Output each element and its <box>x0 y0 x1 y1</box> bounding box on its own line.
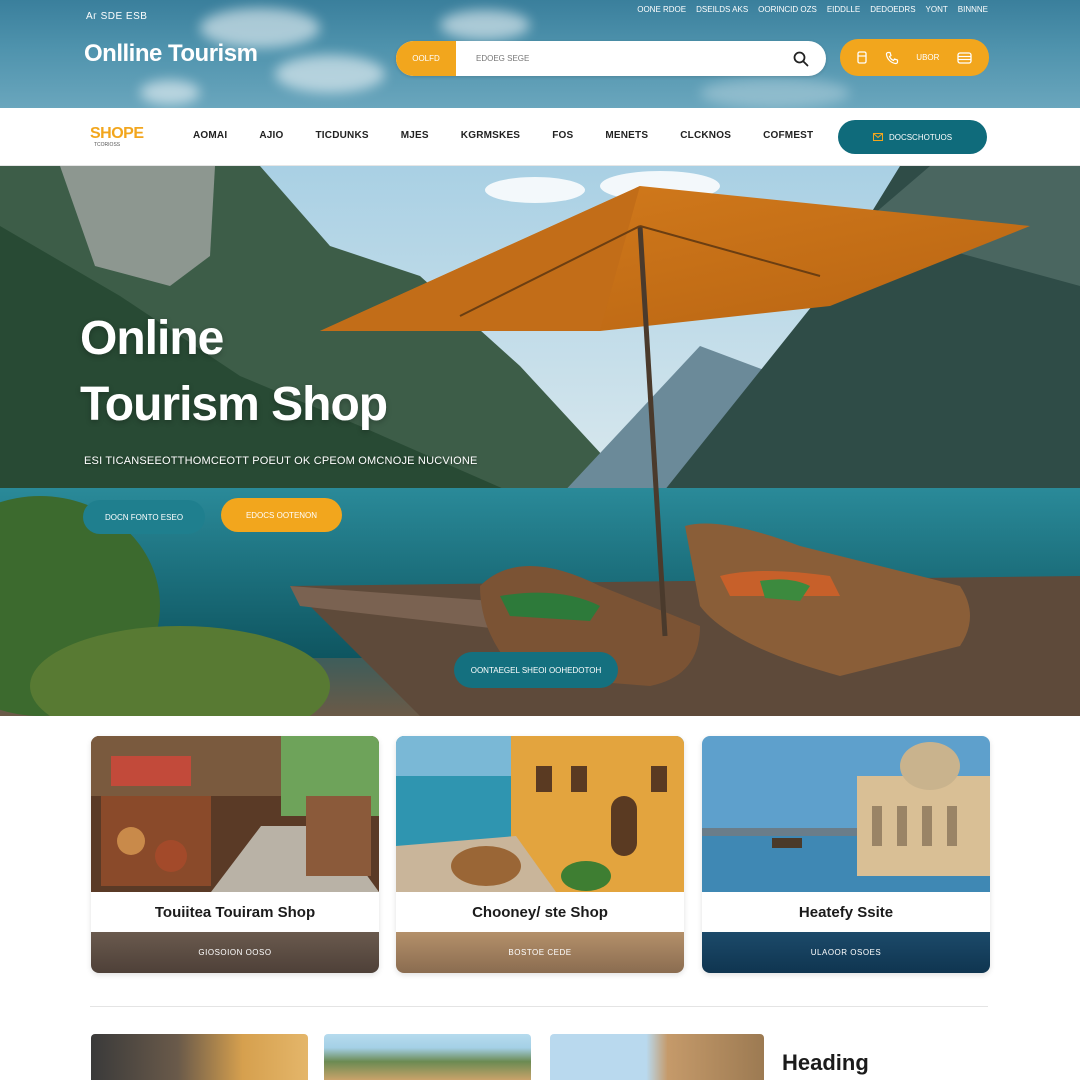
search-category-dropdown[interactable]: OOLFD <box>396 41 456 76</box>
bottom-thumbnail[interactable] <box>91 1034 308 1080</box>
cart-button[interactable] <box>957 51 972 64</box>
hero-banner: Online Tourism Shop ESI TICANSEEOTTHOMCE… <box>0 166 1080 716</box>
topbar-link[interactable]: DSEILDS AKS <box>696 5 748 14</box>
logo-subtitle: TCORIOSS <box>94 142 121 148</box>
topbar-link[interactable]: YONT <box>926 5 948 14</box>
hero-title: Online Tourism Shop <box>80 306 480 438</box>
topbar-link[interactable]: OONE RDOE <box>637 5 686 14</box>
coastal-town-image <box>396 736 684 892</box>
top-header: Аг SDE ESB OONE RDOE DSEILDS AKS OORINCI… <box>0 0 1080 108</box>
topbar-small-text: Аг SDE ESB <box>86 11 148 22</box>
nav-cta-label: DOCSCHOTUOS <box>888 132 953 142</box>
logo-text: SHOPE <box>90 125 144 142</box>
card-image-market <box>91 736 379 892</box>
nav-item[interactable]: TICDUNKS <box>315 130 368 141</box>
search-button[interactable] <box>776 41 826 76</box>
nav-items: AOMAI AJIO TICDUNKS MJES KGRMSKES FOS ME… <box>193 130 845 141</box>
hero-center-button[interactable]: OONTAEGEL SHEOI OOHEDOTOH <box>454 652 618 688</box>
topbar-link[interactable]: EIDDLLE <box>827 5 860 14</box>
market-image <box>91 736 379 892</box>
hero-scenery-image <box>0 166 1080 716</box>
main-nav: SHOPE TCORIOSS AOMAI AJIO TICDUNKS MJES … <box>0 108 1080 166</box>
search-icon <box>793 51 809 66</box>
nav-item[interactable]: FOS <box>552 130 573 141</box>
nav-item[interactable]: CLCKNOS <box>680 130 731 141</box>
hero-primary-button[interactable]: DOCN FONTO ESEO <box>83 500 205 534</box>
card-footer[interactable]: ULAOOR OSOES <box>702 932 990 973</box>
sky-cloud <box>440 10 530 40</box>
nav-cta-button[interactable]: DOCSCHOTUOS <box>838 120 987 154</box>
wallet-icon <box>857 51 867 64</box>
nav-item[interactable]: AJIO <box>259 130 283 141</box>
nav-item[interactable]: MJES <box>401 130 429 141</box>
nav-item[interactable]: COFMEST <box>763 130 813 141</box>
bottom-thumbnail[interactable] <box>550 1034 764 1080</box>
card-footer[interactable]: BOSTOE CEDE <box>396 932 684 973</box>
nav-item[interactable]: MENETS <box>605 130 648 141</box>
card-image-harbor <box>702 736 990 892</box>
shop-logo[interactable]: SHOPE TCORIOSS <box>90 125 144 149</box>
search-bar: OOLFD <box>396 41 826 76</box>
topbar-link[interactable]: OORINCID OZS <box>758 5 817 14</box>
hero-subtitle: ESI TICANSEEOTTHOMCEOTT POEUT OK CPEOM O… <box>84 455 478 467</box>
harbor-image <box>702 736 990 892</box>
phone-icon <box>885 51 898 64</box>
phone-button[interactable] <box>885 51 899 65</box>
hero-title-line: Online <box>80 312 224 365</box>
card-title: Touiitea Touiram Shop <box>91 892 379 932</box>
sky-cloud <box>275 55 385 93</box>
shop-card[interactable]: Heatefy Ssite ULAOOR OSOES <box>702 736 990 973</box>
topbar-links: OONE RDOE DSEILDS AKS OORINCID OZS EIDDL… <box>637 5 988 14</box>
search-input[interactable] <box>456 41 776 76</box>
wallet-button[interactable] <box>857 51 867 64</box>
section-divider <box>90 1006 988 1007</box>
quick-actions: UBOR <box>840 39 989 76</box>
card-title: Chooney/ ste Shop <box>396 892 684 932</box>
card-footer[interactable]: GIOSOION OOSO <box>91 932 379 973</box>
shop-card[interactable]: Chooney/ ste Shop BOSTOE CEDE <box>396 736 684 973</box>
hero-secondary-button[interactable]: EDOCS OOTENON <box>221 498 342 532</box>
sky-cloud <box>140 80 200 105</box>
brand-title[interactable]: Onlline Tourism <box>84 40 258 68</box>
mail-icon <box>872 133 883 141</box>
card-image-coastal-town <box>396 736 684 892</box>
card-title: Heatefy Ssite <box>702 892 990 932</box>
topbar-link[interactable]: BINNNE <box>958 5 988 14</box>
section-heading: Heading <box>782 1050 869 1075</box>
topbar-link[interactable]: DEDOEDRS <box>870 5 915 14</box>
sky-cloud <box>700 78 850 108</box>
nav-item[interactable]: AOMAI <box>193 130 227 141</box>
shop-card[interactable]: Touiitea Touiram Shop GIOSOION OOSO <box>91 736 379 973</box>
nav-item[interactable]: KGRMSKES <box>461 130 520 141</box>
quick-action-label[interactable]: UBOR <box>916 53 939 62</box>
hero-title-line: Tourism Shop <box>80 378 388 431</box>
cart-icon <box>957 51 972 64</box>
bottom-thumbnail[interactable] <box>324 1034 531 1080</box>
